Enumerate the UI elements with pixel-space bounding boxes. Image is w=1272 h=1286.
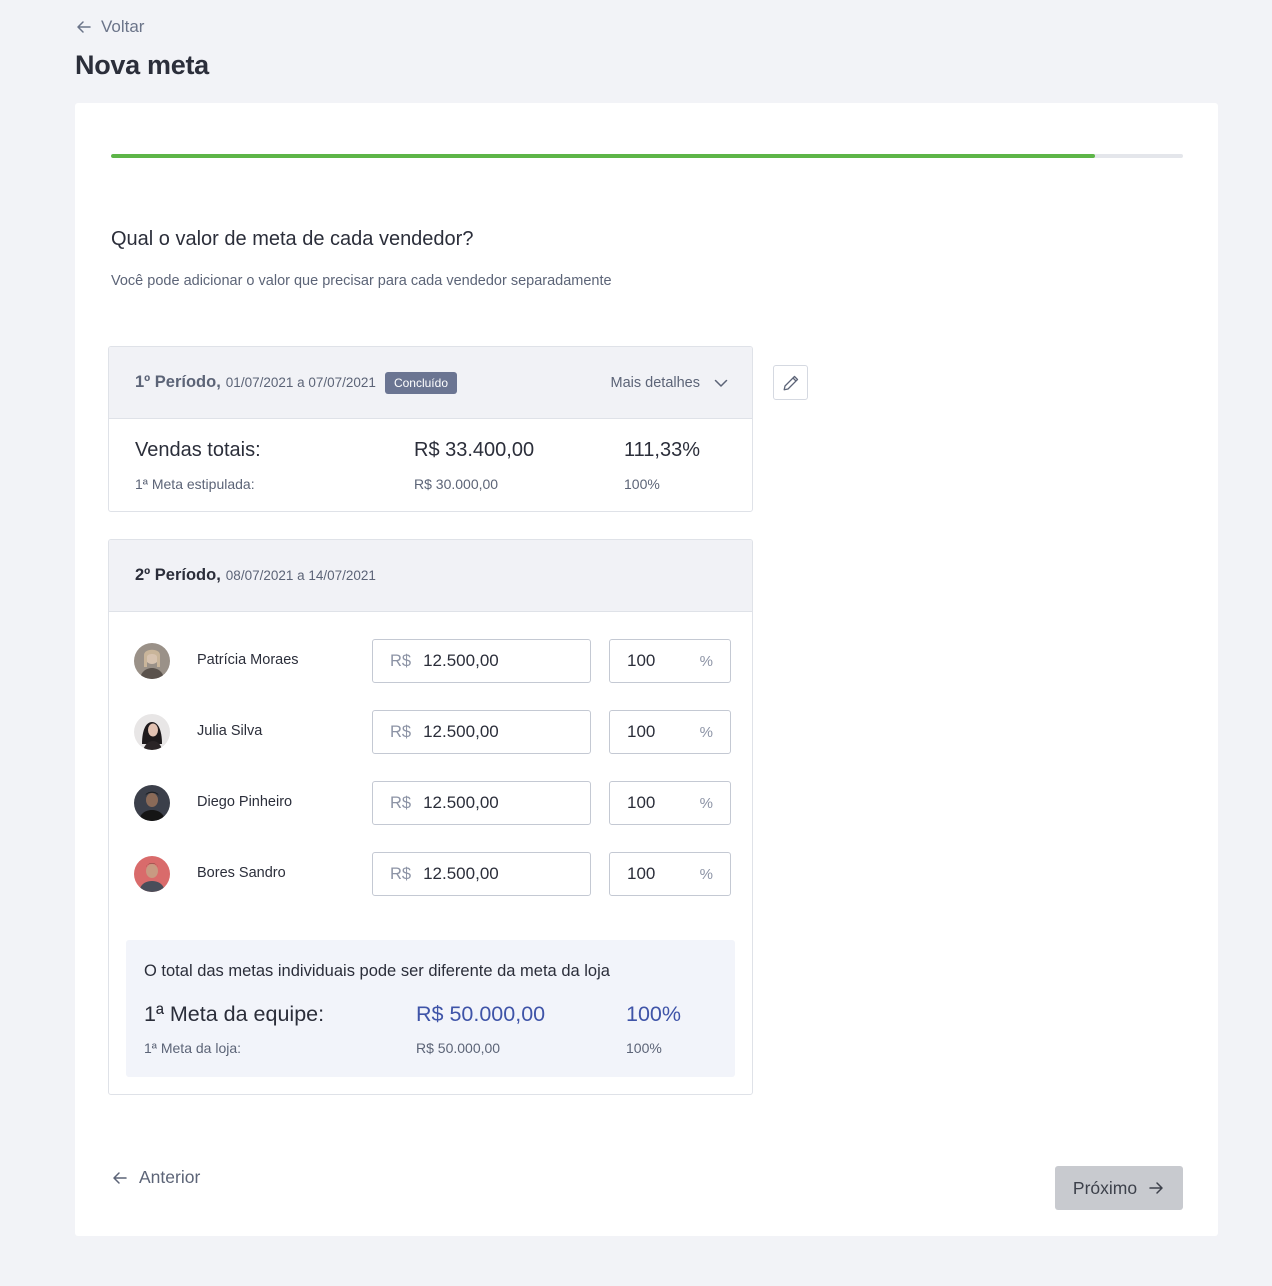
- percent-suffix: %: [699, 794, 713, 812]
- seller-goal-input[interactable]: R$ 12.500,00: [372, 710, 591, 754]
- seller-name: Bores Sandro: [197, 865, 286, 881]
- total-sales-pct: 111,33%: [624, 439, 700, 461]
- seller-pct-value: 100: [627, 651, 656, 670]
- next-button[interactable]: Próximo: [1055, 1166, 1183, 1210]
- period-1-header: 1º Período, 01/07/2021 a 07/07/2021 Conc…: [109, 347, 752, 419]
- period-2-card: 2º Período, 08/07/2021 a 14/07/2021 Patr…: [108, 539, 753, 1095]
- page-title: Nova meta: [75, 50, 209, 80]
- seller-pct-value: 100: [627, 793, 656, 812]
- status-badge: Concluído: [384, 371, 457, 394]
- seller-row: Julia Silva R$ 12.500,00 100 %: [109, 710, 752, 755]
- period-1-dates: 01/07/2021 a 07/07/2021: [225, 375, 376, 390]
- period-2-name: 2º Período,: [135, 566, 221, 584]
- goal-pct: 100%: [624, 476, 660, 492]
- seller-goal-value: 12.500,00: [423, 651, 499, 670]
- store-goal-label: 1ª Meta da loja:: [144, 1040, 242, 1056]
- seller-row: Diego Pinheiro R$ 12.500,00 100 %: [109, 781, 752, 826]
- seller-goal-input[interactable]: R$ 12.500,00: [372, 639, 591, 683]
- summary-note: O total das metas individuais pode ser d…: [144, 962, 610, 980]
- period-1-stats: Vendas totais: R$ 33.400,00 111,33% 1ª M…: [109, 419, 752, 511]
- percent-suffix: %: [699, 865, 713, 883]
- seller-pct-value: 100: [627, 864, 656, 883]
- goal-card: Qual o valor de meta de cada vendedor? V…: [75, 103, 1218, 1236]
- period-2-dates: 08/07/2021 a 14/07/2021: [225, 568, 376, 583]
- chevron-down-icon: [714, 379, 728, 387]
- seller-goal-value: 12.500,00: [423, 793, 499, 812]
- avatar: [134, 714, 170, 750]
- seller-name: Diego Pinheiro: [197, 794, 293, 810]
- period-1-card: 1º Período, 01/07/2021 a 07/07/2021 Conc…: [108, 346, 753, 512]
- goal-label: 1ª Meta estipulada:: [135, 476, 255, 492]
- seller-goal-input[interactable]: R$ 12.500,00: [372, 852, 591, 896]
- seller-pct-input[interactable]: 100 %: [609, 710, 731, 754]
- period-1-name: 1º Período,: [135, 373, 221, 391]
- seller-row: Bores Sandro R$ 12.500,00 100 %: [109, 852, 752, 897]
- seller-row: Patrícia Moraes R$ 12.500,00 100 %: [109, 639, 752, 684]
- percent-suffix: %: [699, 723, 713, 741]
- seller-goal-value: 12.500,00: [423, 864, 499, 883]
- seller-goal-input[interactable]: R$ 12.500,00: [372, 781, 591, 825]
- previous-button[interactable]: Anterior: [111, 1167, 200, 1188]
- currency-prefix: R$: [390, 864, 412, 883]
- edit-button[interactable]: [773, 365, 808, 400]
- progress-fill: [111, 154, 1096, 158]
- progress-bar: [111, 154, 1183, 158]
- team-goal-summary: O total das metas individuais pode ser d…: [126, 940, 735, 1077]
- store-goal-pct: 100%: [626, 1040, 662, 1056]
- currency-prefix: R$: [390, 651, 412, 670]
- seller-pct-value: 100: [627, 722, 656, 741]
- avatar: [134, 643, 170, 679]
- seller-name: Patrícia Moraes: [197, 652, 299, 668]
- next-label: Próximo: [1072, 1177, 1138, 1198]
- avatar: [134, 785, 170, 821]
- step-question: Qual o valor de meta de cada vendedor?: [111, 228, 474, 250]
- arrow-left-icon: [113, 1171, 127, 1184]
- avatar: [134, 856, 170, 892]
- previous-label: Anterior: [139, 1167, 201, 1187]
- team-goal-pct: 100%: [626, 1002, 681, 1026]
- seller-name: Julia Silva: [197, 723, 263, 739]
- store-goal-value: R$ 50.000,00: [416, 1040, 501, 1056]
- step-subtitle: Você pode adicionar o valor que precisar…: [111, 273, 612, 289]
- period-2-header: 2º Período, 08/07/2021 a 14/07/2021: [109, 540, 752, 612]
- seller-pct-input[interactable]: 100 %: [609, 639, 731, 683]
- total-sales-label: Vendas totais:: [135, 439, 261, 461]
- goal-value: R$ 30.000,00: [414, 476, 499, 492]
- currency-prefix: R$: [390, 793, 412, 812]
- arrow-right-icon: [1149, 1182, 1163, 1194]
- percent-suffix: %: [699, 652, 713, 670]
- pencil-icon: [783, 375, 798, 390]
- more-details-label: Mais detalhes: [610, 375, 700, 391]
- team-goal-label: 1ª Meta da equipe:: [144, 1002, 325, 1026]
- seller-goal-value: 12.500,00: [423, 722, 499, 741]
- total-sales-value: R$ 33.400,00: [414, 439, 535, 461]
- seller-pct-input[interactable]: 100 %: [609, 852, 731, 896]
- back-label: Voltar: [101, 17, 145, 36]
- team-goal-value: R$ 50.000,00: [416, 1002, 546, 1026]
- currency-prefix: R$: [390, 722, 412, 741]
- arrow-left-icon: [77, 21, 91, 33]
- more-details-toggle[interactable]: Mais detalhes: [611, 347, 728, 419]
- seller-pct-input[interactable]: 100 %: [609, 781, 731, 825]
- back-link[interactable]: Voltar: [75, 17, 144, 37]
